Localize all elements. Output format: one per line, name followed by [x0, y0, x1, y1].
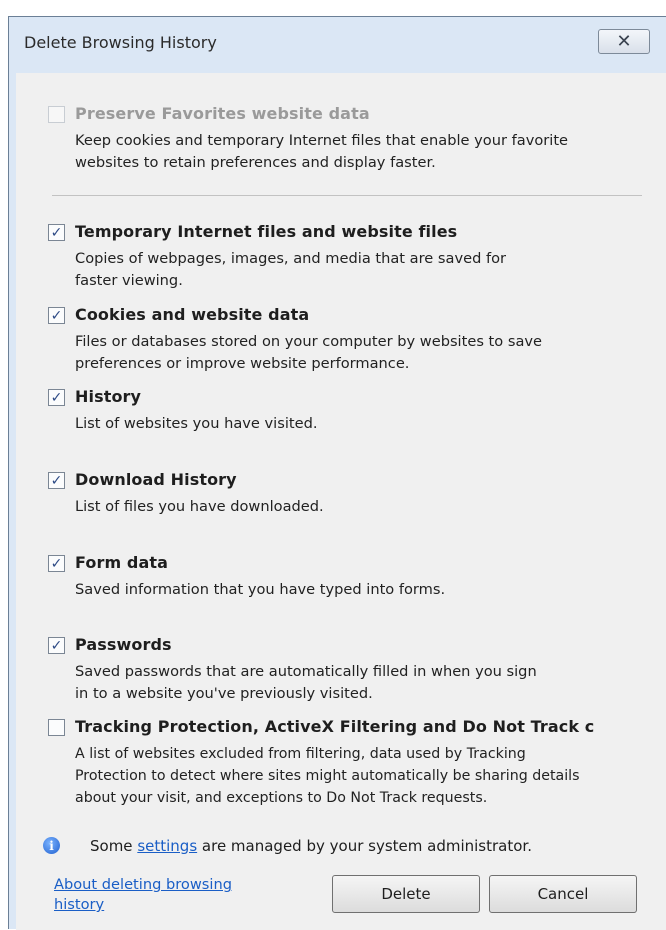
option-label: Passwords	[75, 635, 172, 654]
temporary-files-checkbox[interactable]: ✓	[48, 224, 65, 241]
checkmark-icon: ✓	[50, 472, 63, 489]
option-description: List of files you have downloaded.	[75, 498, 324, 515]
cancel-button[interactable]: Cancel	[489, 875, 637, 913]
info-icon: i	[43, 837, 60, 854]
admin-notice: Some settings are managed by your system…	[90, 837, 532, 855]
option-description: Files or databases stored on your comput…	[75, 333, 543, 372]
passwords-checkbox[interactable]: ✓	[48, 637, 65, 654]
delete-button[interactable]: Delete	[332, 875, 480, 913]
title-bar: Delete Browsing History ✕	[9, 17, 666, 73]
admin-notice-prefix: Some	[90, 837, 138, 855]
option-description: A list of websites excluded from filteri…	[75, 746, 580, 806]
close-icon: ✕	[616, 31, 632, 52]
checkmark-icon: ✓	[50, 224, 63, 241]
checkmark-icon: ✓	[50, 307, 63, 324]
option-description: Saved passwords that are automatically f…	[75, 663, 537, 702]
close-button[interactable]: ✕	[598, 29, 650, 54]
checkmark-icon: ✓	[50, 389, 63, 406]
admin-notice-suffix: are managed by your system administrator…	[197, 837, 532, 855]
option-label: Cookies and website data	[75, 305, 310, 324]
separator	[52, 195, 642, 196]
form-data-checkbox[interactable]: ✓	[48, 555, 65, 572]
checkmark-icon: ✓	[50, 637, 63, 654]
option-label: Preserve Favorites website data	[75, 104, 370, 123]
option-description: Saved information that you have typed in…	[75, 581, 446, 598]
option-label: Download History	[75, 470, 237, 489]
option-label: Tracking Protection, ActiveX Filtering a…	[75, 717, 595, 736]
checkmark-icon: ✓	[50, 555, 63, 572]
delete-browsing-history-dialog: Delete Browsing History ✕ Preserve Favor…	[8, 16, 666, 930]
option-label: Temporary Internet files and website fil…	[75, 222, 458, 241]
dialog-title: Delete Browsing History	[24, 33, 217, 52]
settings-link[interactable]: settings	[137, 837, 197, 855]
preserve-favorites-checkbox[interactable]	[48, 106, 65, 123]
option-label: History	[75, 387, 142, 406]
tracking-protection-checkbox[interactable]	[48, 719, 65, 736]
option-label: Form data	[75, 553, 169, 572]
cookies-checkbox[interactable]: ✓	[48, 307, 65, 324]
about-deleting-link[interactable]: About deleting browsing history	[54, 875, 264, 915]
option-description: Keep cookies and temporary Internet file…	[75, 132, 569, 171]
download-history-checkbox[interactable]: ✓	[48, 472, 65, 489]
option-description: Copies of webpages, images, and media th…	[75, 250, 507, 289]
history-checkbox[interactable]: ✓	[48, 389, 65, 406]
dialog-body: Preserve Favorites website data Keep coo…	[16, 73, 666, 930]
option-description: List of websites you have visited.	[75, 415, 318, 432]
